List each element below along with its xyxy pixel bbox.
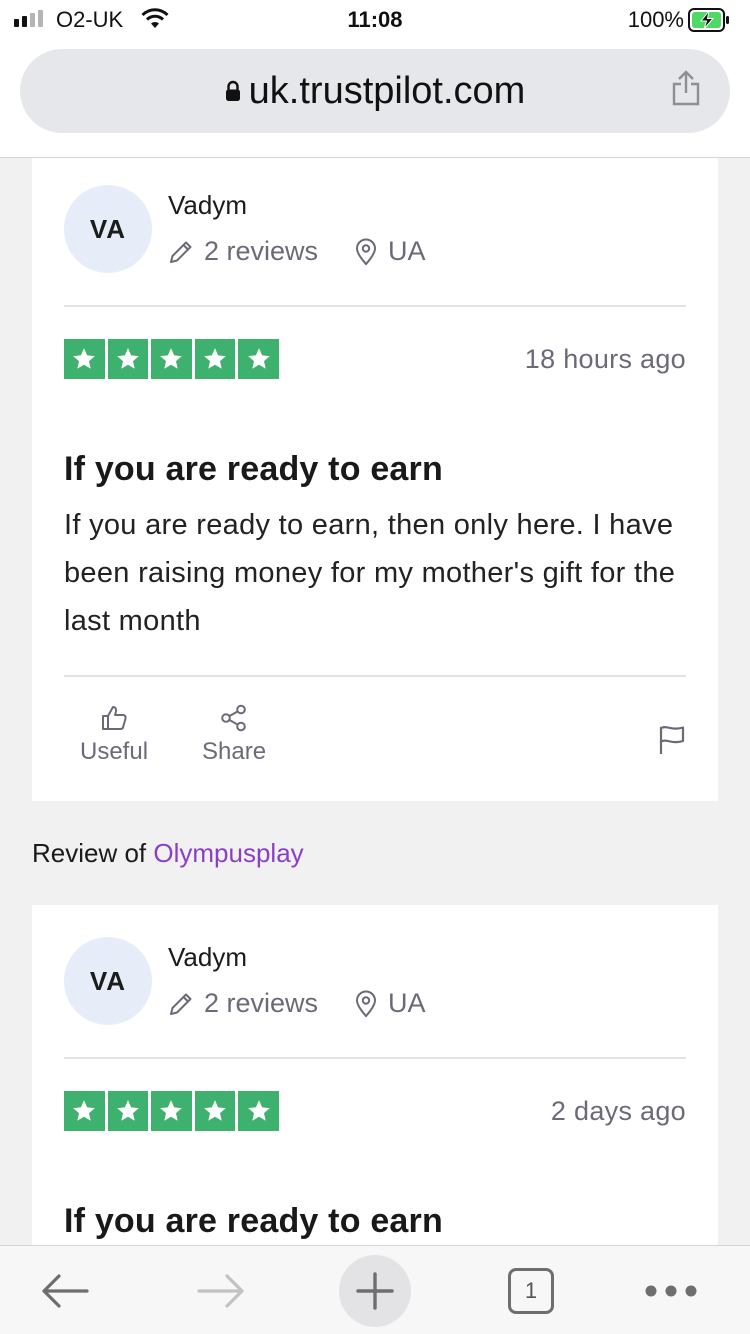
reviewer-country: UA — [388, 236, 426, 266]
review-of-prefix: Review of — [32, 838, 147, 868]
location-pin-icon — [356, 238, 377, 265]
tabs-button[interactable]: 1 — [496, 1256, 566, 1326]
share-nodes-icon — [221, 704, 246, 732]
more-dots-icon — [645, 1285, 697, 1297]
avatar[interactable]: VA — [64, 185, 152, 273]
share-label: Share — [202, 738, 267, 765]
star-icon — [238, 1091, 279, 1131]
star-icon — [107, 339, 149, 379]
useful-label: Useful — [80, 738, 149, 765]
location-pin-icon — [356, 990, 377, 1017]
useful-button[interactable]: Useful — [80, 704, 148, 766]
tab-count: 1 — [508, 1268, 554, 1314]
company-link[interactable]: Olympusplay — [153, 838, 303, 868]
reviewer-meta: 2 reviews UA — [168, 236, 426, 267]
review-count: 2 reviews — [204, 988, 319, 1018]
pencil-icon — [170, 993, 192, 1015]
forward-button[interactable] — [186, 1256, 256, 1326]
browser-toolbar: 1 — [0, 1245, 750, 1334]
more-menu-button[interactable] — [636, 1256, 706, 1326]
reviewer-name[interactable]: Vadym — [168, 190, 247, 221]
review-date: 2 days ago — [550, 1096, 686, 1126]
back-button[interactable] — [30, 1256, 100, 1326]
star-icon — [238, 339, 279, 379]
star-icon — [151, 1091, 192, 1131]
url-bar[interactable]: uk.trustpilot.com — [20, 49, 730, 133]
url-text: uk.trustpilot.com — [248, 69, 526, 112]
star-icon — [64, 339, 105, 379]
avatar[interactable]: VA — [64, 937, 152, 1025]
thumbs-up-icon — [102, 706, 127, 730]
new-tab-button[interactable] — [339, 1255, 411, 1327]
arrow-left-icon — [42, 1274, 89, 1308]
reviewer-meta: 2 reviews UA — [168, 988, 426, 1019]
review-card: VA Vadym 2 reviews UA 18 hours ago If yo… — [32, 158, 718, 801]
star-icon — [151, 339, 192, 379]
star-icon — [194, 1091, 236, 1131]
status-bar: O2-UK 11:08 100% — [0, 0, 750, 40]
star-icon — [194, 339, 236, 379]
plus-icon — [356, 1272, 394, 1310]
review-body: If you are ready to earn, then only here… — [64, 509, 676, 637]
share-review-button[interactable]: Share — [202, 704, 266, 766]
star-icon — [64, 1091, 105, 1131]
review-count: 2 reviews — [204, 236, 319, 266]
review-title[interactable]: If you are ready to earn — [64, 450, 443, 489]
review-card: VA Vadym 2 reviews UA 2 days ago If you … — [32, 905, 718, 1250]
reviewer-country: UA — [388, 988, 426, 1018]
star-icon — [107, 1091, 149, 1131]
divider — [64, 305, 686, 307]
review-title[interactable]: If you are ready to earn — [64, 1202, 443, 1241]
arrow-right-icon — [197, 1274, 244, 1308]
star-rating — [64, 1091, 279, 1131]
battery-charging-icon — [688, 8, 729, 32]
divider — [64, 1057, 686, 1059]
review-of-line: Review of Olympusplay — [32, 838, 304, 869]
reviewer-name[interactable]: Vadym — [168, 942, 247, 973]
pencil-icon — [170, 241, 192, 263]
divider — [64, 675, 686, 677]
star-rating — [64, 339, 279, 379]
share-icon[interactable] — [670, 69, 702, 107]
review-date: 18 hours ago — [524, 344, 686, 374]
battery-percentage: 100% — [627, 7, 684, 32]
lock-icon — [225, 80, 240, 101]
browser-address-area: uk.trustpilot.com — [0, 40, 750, 158]
report-flag-icon[interactable] — [658, 724, 686, 756]
